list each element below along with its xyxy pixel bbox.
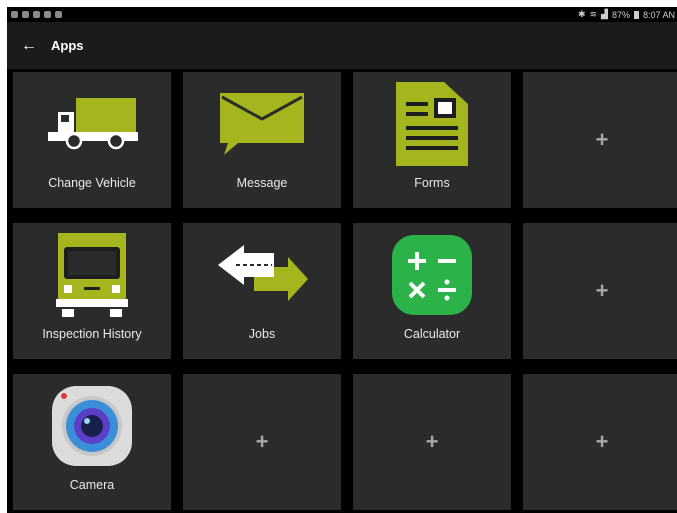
tile-message[interactable]: Message	[183, 72, 341, 208]
tile-add-app[interactable]: +	[523, 223, 677, 359]
notification-icon	[22, 11, 29, 18]
bluetooth-icon: ✱	[577, 9, 586, 19]
plus-icon: +	[425, 429, 439, 454]
tile-add-app[interactable]: +	[183, 374, 341, 510]
status-bar: ✱ ≋ ▟ 87% 8:07 AN	[7, 7, 677, 22]
battery-percent: 87%	[611, 9, 630, 20]
notification-icon	[44, 11, 51, 18]
device-screen: ✱ ≋ ▟ 87% 8:07 AN ← Apps Change Vehicle	[7, 7, 677, 513]
calculator-icon	[392, 235, 472, 315]
document-icon	[396, 82, 468, 166]
system-indicators: ✱ ≋ ▟ 87% 8:07 AN	[578, 9, 675, 20]
notification-icon	[11, 11, 18, 18]
plus-icon: +	[595, 127, 609, 152]
battery-icon	[633, 10, 639, 19]
tile-label: Message	[236, 176, 288, 190]
plus-icon: +	[595, 278, 609, 303]
back-button[interactable]: ←	[7, 22, 51, 69]
tile-label: Camera	[69, 478, 115, 492]
signal-icon: ▟	[601, 9, 608, 19]
envelope-icon	[220, 93, 304, 155]
tile-label: Inspection History	[42, 327, 142, 341]
truck-front-icon	[56, 233, 128, 317]
arrow-left-icon: ←	[21, 36, 37, 54]
tile-label: Calculator	[403, 327, 461, 341]
tile-calculator[interactable]: Calculator	[353, 223, 511, 359]
app-bar: ← Apps	[7, 22, 677, 69]
tile-add-app[interactable]: +	[523, 374, 677, 510]
camera-icon	[52, 386, 132, 466]
plus-icon: +	[595, 429, 609, 454]
tile-label: Jobs	[248, 327, 276, 341]
tile-label: Change Vehicle	[48, 176, 136, 190]
tile-change-vehicle[interactable]: Change Vehicle	[13, 72, 171, 208]
tile-camera[interactable]: Camera	[13, 374, 171, 510]
notification-icon	[55, 11, 62, 18]
tile-add-app[interactable]: +	[523, 72, 677, 208]
notification-icon	[33, 11, 40, 18]
double-arrow-icon	[218, 245, 308, 301]
plus-icon: +	[255, 429, 269, 454]
tile-jobs[interactable]: Jobs	[183, 223, 341, 359]
tile-inspection-history[interactable]: Inspection History	[13, 223, 171, 359]
truck-icon	[48, 98, 138, 150]
tile-label: Forms	[414, 176, 450, 190]
page-title: Apps	[51, 38, 84, 53]
wifi-icon: ≋	[589, 9, 598, 19]
clock: 8:07 AN	[642, 9, 675, 20]
tile-add-app[interactable]: +	[353, 374, 511, 510]
notification-icons	[11, 11, 62, 18]
tile-forms[interactable]: Forms	[353, 72, 511, 208]
